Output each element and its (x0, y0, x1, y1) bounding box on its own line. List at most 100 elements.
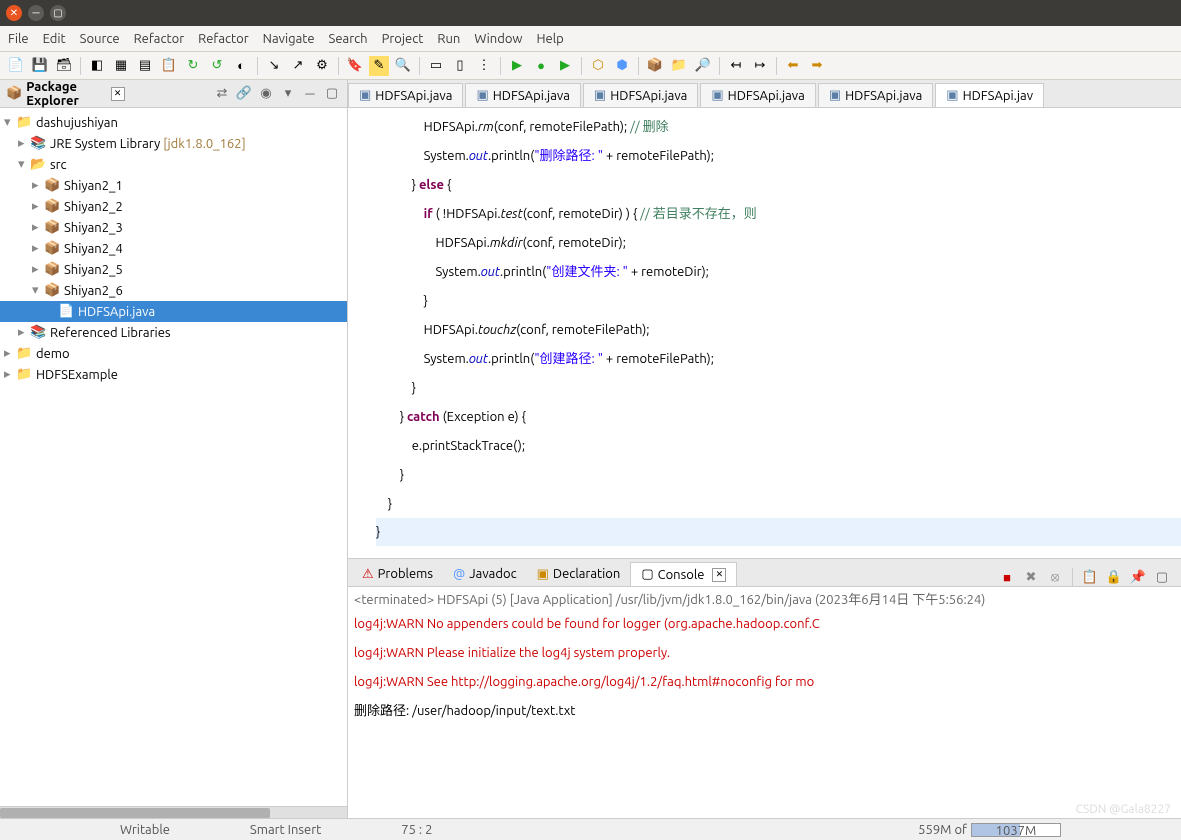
editor-tab-6[interactable]: ▣HDFSApi.jav (935, 83, 1044, 107)
tb-13[interactable]: 🔍 (393, 56, 413, 76)
tb-24[interactable]: ↦ (750, 56, 770, 76)
tb-9[interactable]: ↗ (288, 56, 308, 76)
tb-18[interactable]: ⬡ (588, 56, 608, 76)
statusbar: Writable Smart Insert 75 : 2 559M of 103… (0, 818, 1181, 840)
clear-button[interactable]: 📋 (1081, 568, 1099, 586)
bottom-tabs: ⚠Problems @Javadoc ▣Declaration ▢Console… (348, 559, 1181, 587)
tb-5[interactable]: ↻ (183, 56, 203, 76)
menu-help[interactable]: Help (537, 32, 564, 46)
menu-navigate[interactable]: Navigate (263, 32, 315, 46)
tree-file-hdfsapi[interactable]: 📄HDFSApi.java (0, 301, 347, 322)
remove-all-button[interactable]: ⦻ (1046, 568, 1064, 586)
tb-6[interactable]: ↺ (207, 56, 227, 76)
tb-15[interactable]: ▯ (450, 56, 470, 76)
menu-search[interactable]: Search (329, 32, 368, 46)
tb-12[interactable]: ✎ (369, 56, 389, 76)
tab-console[interactable]: ▢Console✕ (630, 562, 737, 586)
max-icon[interactable]: ▢ (323, 85, 341, 103)
main-area: ▣HDFSApi.java ▣HDFSApi.java ▣HDFSApi.jav… (348, 80, 1181, 818)
remove-button[interactable]: ✖ (1022, 568, 1040, 586)
editor-tab-3[interactable]: ▣HDFSApi.java (583, 83, 698, 107)
tb-23[interactable]: ↤ (726, 56, 746, 76)
focus-icon[interactable]: ◉ (257, 85, 275, 103)
terminate-button[interactable]: ■ (998, 568, 1016, 586)
console-info: <terminated> HDFSApi (5) [Java Applicati… (348, 587, 1181, 609)
menu-run[interactable]: Run (437, 32, 460, 46)
min-icon[interactable]: ─ (301, 85, 319, 103)
tb-20[interactable]: 📦 (645, 56, 665, 76)
tab-problems[interactable]: ⚠Problems (352, 562, 443, 586)
package-explorer: 📦 Package Explorer ✕ ⇄ 🔗 ◉ ▾ ─ ▢ ▾📁dashu… (0, 80, 348, 818)
tb-17[interactable]: ▶ (555, 56, 575, 76)
save-button[interactable]: 💾 (30, 56, 50, 76)
tree-pkg-1[interactable]: ▸📦Shiyan2_1 (0, 175, 347, 196)
collapse-icon[interactable]: ⇄ (213, 85, 231, 103)
editor-tab-5[interactable]: ▣HDFSApi.java (818, 83, 933, 107)
tree-pkg-5[interactable]: ▸📦Shiyan2_5 (0, 259, 347, 280)
editor-tab-2[interactable]: ▣HDFSApi.java (465, 83, 580, 107)
menu-file[interactable]: File (8, 32, 29, 46)
tree-pkg-3[interactable]: ▸📦Shiyan2_3 (0, 217, 347, 238)
h-scrollbar[interactable] (0, 806, 347, 818)
close-window-button[interactable]: ✕ (6, 5, 22, 21)
tree-pkg-4[interactable]: ▸📦Shiyan2_4 (0, 238, 347, 259)
editor-tab-4[interactable]: ▣HDFSApi.java (700, 83, 815, 107)
view-title: Package Explorer (26, 80, 106, 108)
code-editor[interactable]: HDFSApi.rm(conf, remoteFilePath); // 删除 … (348, 108, 1181, 558)
close-view-button[interactable]: ✕ (111, 87, 125, 101)
run-button[interactable]: ● (531, 56, 551, 76)
tree-demo[interactable]: ▸📁demo (0, 343, 347, 364)
tb-19[interactable]: ⬢ (612, 56, 632, 76)
tb-11[interactable]: 🔖 (345, 56, 365, 76)
tb-2[interactable]: ▦ (111, 56, 131, 76)
tree-pkg-6[interactable]: ▾📦Shiyan2_6 (0, 280, 347, 301)
tb-22[interactable]: 🔎 (693, 56, 713, 76)
tab-declaration[interactable]: ▣Declaration (527, 562, 631, 586)
menu-refactor[interactable]: Refactor (134, 32, 185, 46)
tree-project[interactable]: ▾📁dashujushiyan (0, 112, 347, 133)
scroll-lock-button[interactable]: 🔒 (1105, 568, 1123, 586)
tab-javadoc[interactable]: @Javadoc (443, 562, 527, 586)
menu-project[interactable]: Project (382, 32, 424, 46)
tb-1[interactable]: ◧ (87, 56, 107, 76)
tb-8[interactable]: ↘ (264, 56, 284, 76)
menu-window[interactable]: Window (474, 32, 522, 46)
tb-7[interactable]: ◐ (231, 56, 251, 76)
maximize-window-button[interactable]: ▢ (50, 5, 66, 21)
tb-10[interactable]: ⚙ (312, 56, 332, 76)
tree-pkg-2[interactable]: ▸📦Shiyan2_2 (0, 196, 347, 217)
menu-source[interactable]: Source (80, 32, 120, 46)
editor-tabs: ▣HDFSApi.java ▣HDFSApi.java ▣HDFSApi.jav… (348, 80, 1181, 108)
tree-ref-libs[interactable]: ▸📚Referenced Libraries (0, 322, 347, 343)
menu-icon[interactable]: ▾ (279, 85, 297, 103)
tb-21[interactable]: 📁 (669, 56, 689, 76)
tb-3[interactable]: ▤ (135, 56, 155, 76)
new-button[interactable]: 📄 (6, 56, 26, 76)
forward-button[interactable]: ➡ (807, 56, 827, 76)
heap-status[interactable]: 559M of 1037M (918, 823, 1061, 837)
save-all-button[interactable]: 🗃 (54, 56, 74, 76)
minimize-window-button[interactable]: ─ (28, 5, 44, 21)
tree-src[interactable]: ▾📂src (0, 154, 347, 175)
tree-hdfsexample[interactable]: ▸📁HDFSExample (0, 364, 347, 385)
toolbar: 📄 💾 🗃 ◧ ▦ ▤ 📋 ↻ ↺ ◐ ↘ ↗ ⚙ 🔖 ✎ 🔍 ▭ ▯ ⋮ ▶ … (0, 52, 1181, 80)
tb-14[interactable]: ▭ (426, 56, 446, 76)
link-icon[interactable]: 🔗 (235, 85, 253, 103)
bottom-panel: ⚠Problems @Javadoc ▣Declaration ▢Console… (348, 558, 1181, 818)
package-icon: 📦 (6, 86, 22, 101)
status-insert: Smart Insert (250, 823, 321, 837)
menu-edit[interactable]: Edit (43, 32, 66, 46)
tree-jre[interactable]: ▸📚JRE System Library [jdk1.8.0_162] (0, 133, 347, 154)
tb-4[interactable]: 📋 (159, 56, 179, 76)
pin-button[interactable]: 📌 (1129, 568, 1147, 586)
status-position: 75 : 2 (401, 823, 432, 837)
editor-tab-1[interactable]: ▣HDFSApi.java (348, 83, 463, 107)
watermark: CSDN @Gala8227 (1076, 803, 1171, 816)
menubar: File Edit Source Refactor Refactor Navig… (0, 26, 1181, 52)
back-button[interactable]: ⬅ (783, 56, 803, 76)
console-output[interactable]: log4j:WARN No appenders could be found f… (348, 609, 1181, 818)
tb-16[interactable]: ⋮ (474, 56, 494, 76)
display-button[interactable]: ▢ (1153, 568, 1171, 586)
debug-button[interactable]: ▶ (507, 56, 527, 76)
menu-refactor-2[interactable]: Refactor (198, 32, 249, 46)
